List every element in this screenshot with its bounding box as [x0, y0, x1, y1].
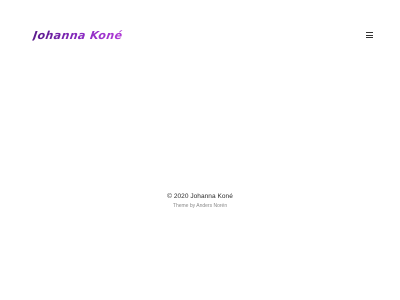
theme-credit: Theme by Anders Norén — [0, 203, 400, 210]
site-footer: © 2020 Johanna Koné Theme by Anders Noré… — [0, 192, 400, 210]
site-header: Johanna Koné — [0, 0, 400, 72]
menu-toggle-button[interactable] — [364, 31, 374, 41]
copyright-text: © 2020 Johanna Koné — [167, 193, 233, 200]
hamburger-menu-icon — [364, 32, 374, 39]
page: Johanna Koné © 2020 Johanna Koné Theme b… — [0, 0, 400, 300]
site-logo-link[interactable]: Johanna Koné — [32, 29, 123, 43]
theme-author-link[interactable]: Anders Norén — [196, 203, 227, 209]
theme-credit-prefix: Theme by — [172, 203, 197, 209]
